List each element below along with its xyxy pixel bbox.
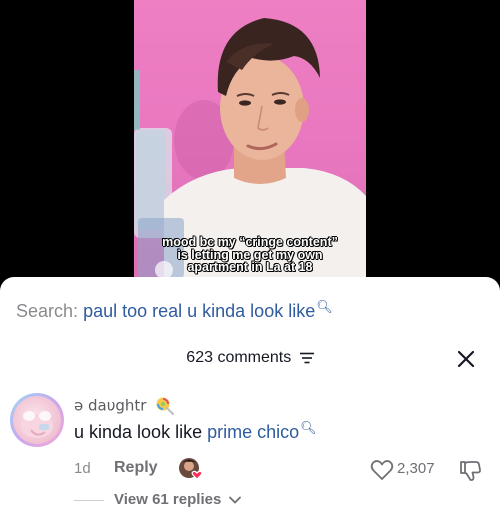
comments-header: 623 comments [0, 349, 500, 367]
view-replies-button[interactable]: View 61 replies [114, 491, 242, 508]
magnifier-icon: 🔍︎ [316, 299, 333, 314]
reply-button[interactable]: Reply [114, 459, 158, 477]
username-text: ə daυghtr [74, 396, 147, 415]
dislike-icon[interactable] [458, 459, 482, 483]
comment-timestamp: 1d [74, 460, 91, 477]
chevron-down-icon [229, 496, 242, 504]
video-frame[interactable]: mood bc my “cringe content” is letting m… [134, 0, 366, 290]
search-query-link[interactable]: paul too real u kinda look like [83, 301, 315, 321]
creator-liked-icon [179, 458, 203, 480]
lollipop-icon [156, 397, 175, 415]
comment-search-link[interactable]: prime chico [207, 422, 299, 442]
search-prefix: Search: [16, 301, 79, 321]
close-icon[interactable] [456, 349, 476, 369]
caption-line: mood bc my “cringe content” [162, 235, 338, 249]
search-suggestion[interactable]: Search: paul too real u kinda look like🔍… [16, 299, 333, 322]
filter-icon[interactable] [299, 352, 314, 364]
video-caption: mood bc my “cringe content” is letting m… [134, 236, 366, 274]
comment-text: u kinda look like prime chico🔍︎ [74, 420, 317, 443]
view-replies-label: View 61 replies [114, 491, 222, 508]
comments-sheet: Search: paul too real u kinda look like🔍… [0, 277, 500, 510]
avatar-illustration [21, 411, 53, 438]
replies-divider [74, 500, 104, 501]
avatar[interactable] [10, 393, 64, 447]
comment-body: u kinda look like [74, 422, 208, 442]
video-player[interactable]: mood bc my “cringe content” is letting m… [0, 0, 500, 290]
comments-count: 623 comments [186, 349, 292, 366]
comment-username[interactable]: ə daυghtr [74, 396, 175, 416]
heart-icon[interactable] [370, 459, 394, 481]
like-count: 2,307 [397, 460, 435, 477]
magnifier-icon: 🔍︎ [300, 420, 317, 435]
avatar-image [13, 396, 61, 444]
caption-line: apartment in La at 18 [187, 260, 313, 274]
